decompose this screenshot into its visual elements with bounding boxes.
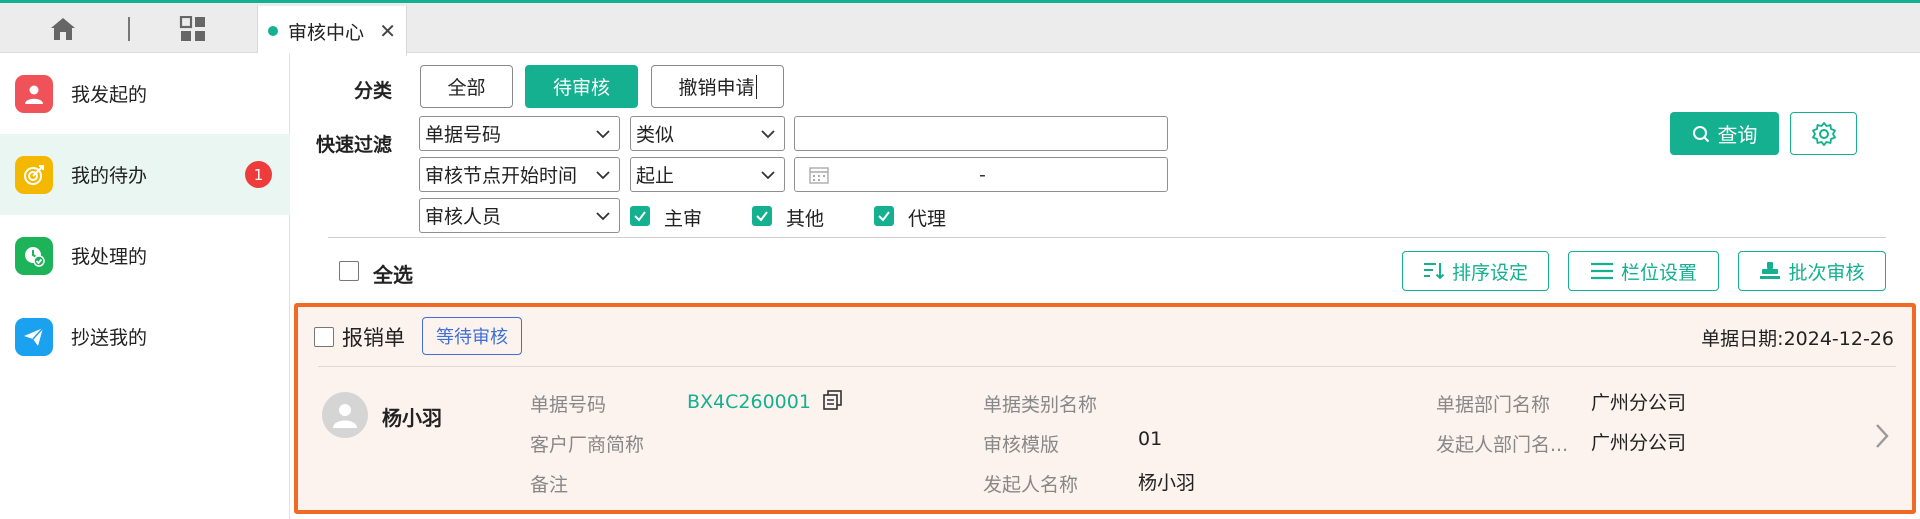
chevron-down-icon (761, 171, 775, 180)
remark-label: 备注 (530, 474, 569, 496)
template-label: 审核模版 (983, 434, 1060, 456)
todo-count-badge: 1 (245, 161, 272, 188)
sidebar-item-label: 我发起的 (71, 84, 148, 106)
check-main-auditor[interactable] (630, 206, 650, 226)
field-select-value: 审核节点开始时间 (425, 165, 578, 187)
doc-category-label: 单据类别名称 (983, 394, 1098, 416)
date-range-separator: - (979, 163, 986, 186)
sidebar-item-label: 我处理的 (71, 246, 148, 268)
select-all-checkbox[interactable] (339, 261, 359, 281)
field-select-doc-no[interactable]: 单据号码 (419, 116, 620, 151)
category-revoke-button[interactable]: 撤销申请 (651, 65, 784, 108)
sidebar-item-initiated[interactable]: 我发起的 (0, 53, 290, 134)
field-select-node-time[interactable]: 审核节点开始时间 (419, 157, 620, 192)
chevron-down-icon (596, 130, 610, 139)
doc-no-value: BX4C260001 (687, 390, 843, 413)
date-range-input[interactable]: - (794, 157, 1168, 192)
category-revoke-label: 撤销申请 (678, 77, 755, 99)
checkmark-icon (878, 211, 890, 222)
check-other[interactable] (752, 206, 772, 226)
status-badge: 等待审核 (422, 317, 522, 355)
doc-no-label: 单据号码 (530, 394, 607, 416)
clock-check-icon (15, 236, 53, 275)
checkmark-icon (634, 211, 646, 222)
paper-plane-icon (15, 317, 53, 356)
sidebar-item-label: 我的待办 (71, 165, 148, 187)
close-icon[interactable]: ✕ (379, 21, 396, 41)
avatar (322, 392, 368, 438)
customer-label: 客户厂商简称 (530, 434, 645, 456)
search-icon (1692, 125, 1709, 142)
card-divider (318, 366, 1896, 367)
batch-audit-label: 批次审核 (1788, 261, 1865, 284)
operator-select-value: 起止 (636, 165, 675, 187)
column-settings-button[interactable]: 栏位设置 (1568, 251, 1719, 291)
check-other-label: 其他 (786, 208, 825, 230)
sort-icon (1423, 263, 1445, 280)
tab-audit-center[interactable]: 审核中心 ✕ (257, 6, 407, 56)
toolbar-divider (128, 17, 130, 41)
active-tab-dot (268, 26, 278, 36)
check-proxy[interactable] (874, 206, 894, 226)
sidebar: 我发起的 我的待办 1 我处理的 抄送我的 (0, 53, 290, 519)
menu-lines-icon (1590, 262, 1613, 280)
user-icon (15, 74, 53, 113)
operator-select-like[interactable]: 类似 (630, 116, 785, 151)
chevron-right-icon[interactable] (1874, 423, 1890, 449)
top-bar: 审核中心 ✕ (0, 0, 1920, 56)
query-button-label: 查询 (1717, 123, 1758, 147)
operator-select-value: 类似 (636, 124, 675, 146)
category-all-button[interactable]: 全部 (420, 65, 513, 108)
initiator-value: 杨小羽 (1138, 472, 1196, 494)
doc-no-link[interactable]: BX4C260001 (687, 391, 811, 413)
apps-grid-icon[interactable] (176, 14, 210, 44)
sidebar-item-cc[interactable]: 抄送我的 (0, 296, 290, 377)
template-value: 01 (1138, 428, 1163, 450)
chevron-down-icon (761, 130, 775, 139)
sort-settings-button[interactable]: 排序设定 (1402, 251, 1549, 291)
check-main-label: 主审 (664, 208, 703, 230)
text-cursor (755, 74, 757, 99)
sidebar-item-processed[interactable]: 我处理的 (0, 215, 290, 296)
tab-label: 审核中心 (288, 21, 365, 44)
initiator-dept-label: 发起人部门名... (1436, 434, 1569, 456)
stamp-icon (1760, 262, 1781, 279)
quick-filter-label: 快速过滤 (316, 134, 393, 156)
field-select-value: 审核人员 (425, 206, 502, 228)
filter-settings-button[interactable] (1790, 112, 1857, 155)
category-pending-button[interactable]: 待审核 (525, 65, 638, 108)
chevron-down-icon (596, 171, 610, 180)
initiator-label: 发起人名称 (983, 474, 1079, 496)
sidebar-item-label: 抄送我的 (71, 327, 148, 349)
sidebar-item-todo[interactable]: 我的待办 1 (0, 134, 290, 215)
user-avatar-icon (333, 404, 357, 428)
home-icon[interactable] (46, 14, 80, 44)
select-all-label: 全选 (373, 263, 413, 287)
target-icon (15, 155, 53, 194)
field-select-value: 单据号码 (425, 124, 502, 146)
record-card[interactable]: 报销单 等待审核 单据日期:2024-12-26 杨小羽 单据号码 BX4C26… (294, 303, 1916, 514)
dept-value: 广州分公司 (1591, 392, 1687, 414)
divider (328, 237, 1886, 238)
record-doc-type: 报销单 (342, 326, 405, 350)
doc-no-input[interactable] (794, 116, 1168, 151)
operator-select-range[interactable]: 起止 (630, 157, 785, 192)
check-proxy-label: 代理 (908, 208, 947, 230)
checkmark-icon (756, 211, 768, 222)
record-checkbox[interactable] (314, 327, 334, 347)
batch-audit-button[interactable]: 批次审核 (1738, 251, 1886, 291)
record-date: 单据日期:2024-12-26 (1701, 328, 1894, 350)
query-button[interactable]: 查询 (1670, 112, 1779, 155)
category-label: 分类 (354, 80, 393, 102)
initiator-name: 杨小羽 (382, 406, 442, 430)
sort-settings-label: 排序设定 (1451, 261, 1528, 284)
initiator-dept-value: 广州分公司 (1591, 432, 1687, 454)
chevron-down-icon (596, 212, 610, 221)
column-settings-label: 栏位设置 (1620, 261, 1697, 284)
calendar-icon (809, 166, 829, 184)
field-select-auditor[interactable]: 审核人员 (419, 198, 620, 233)
gear-icon (1811, 121, 1836, 146)
dept-label: 单据部门名称 (1436, 394, 1551, 416)
copy-icon[interactable] (823, 390, 843, 410)
